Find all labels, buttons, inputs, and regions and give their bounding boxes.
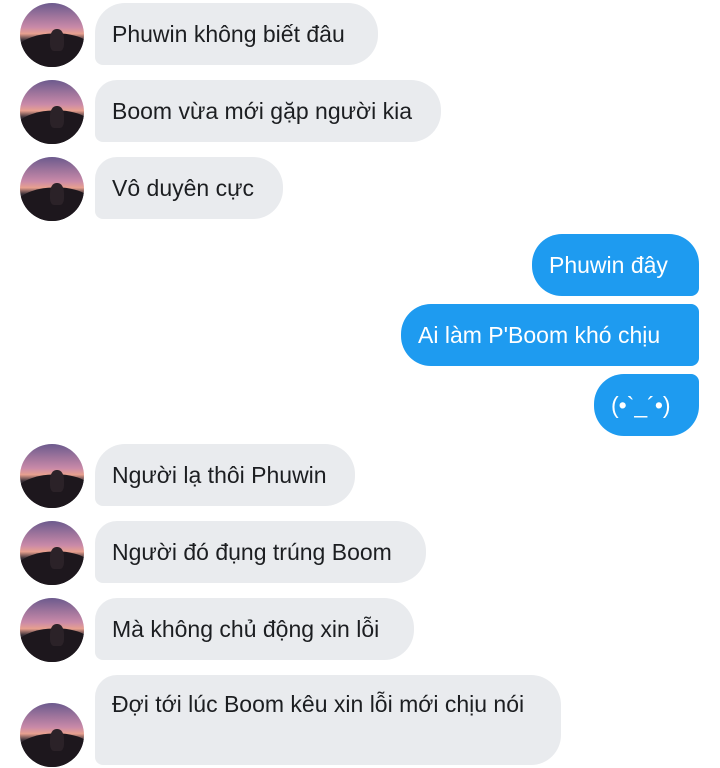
chat-thread: Phuwin không biết đâu Boom vừa mới gặp n… — [0, 0, 720, 768]
incoming-message-bubble[interactable]: Đợi tới lúc Boom kêu xin lỗi mới chịu nó… — [95, 675, 561, 765]
contact-avatar[interactable] — [20, 703, 84, 767]
outgoing-message-bubble[interactable]: Phuwin đây — [532, 234, 699, 296]
contact-avatar[interactable] — [20, 80, 84, 144]
outgoing-message-bubble[interactable]: Ai làm P'Boom khó chịu — [401, 304, 699, 366]
incoming-message-bubble[interactable]: Boom vừa mới gặp người kia — [95, 80, 441, 142]
incoming-message-bubble[interactable]: Người đó đụng trúng Boom — [95, 521, 426, 583]
incoming-message-bubble[interactable]: Phuwin không biết đâu — [95, 3, 378, 65]
incoming-message-bubble[interactable]: Vô duyên cực — [95, 157, 283, 219]
incoming-message-bubble[interactable]: Người lạ thôi Phuwin — [95, 444, 355, 506]
contact-avatar[interactable] — [20, 3, 84, 67]
contact-avatar[interactable] — [20, 157, 84, 221]
contact-avatar[interactable] — [20, 521, 84, 585]
incoming-message-bubble[interactable]: Mà không chủ động xin lỗi — [95, 598, 414, 660]
contact-avatar[interactable] — [20, 444, 84, 508]
outgoing-message-bubble[interactable]: (•`_´•) — [594, 374, 699, 436]
contact-avatar[interactable] — [20, 598, 84, 662]
